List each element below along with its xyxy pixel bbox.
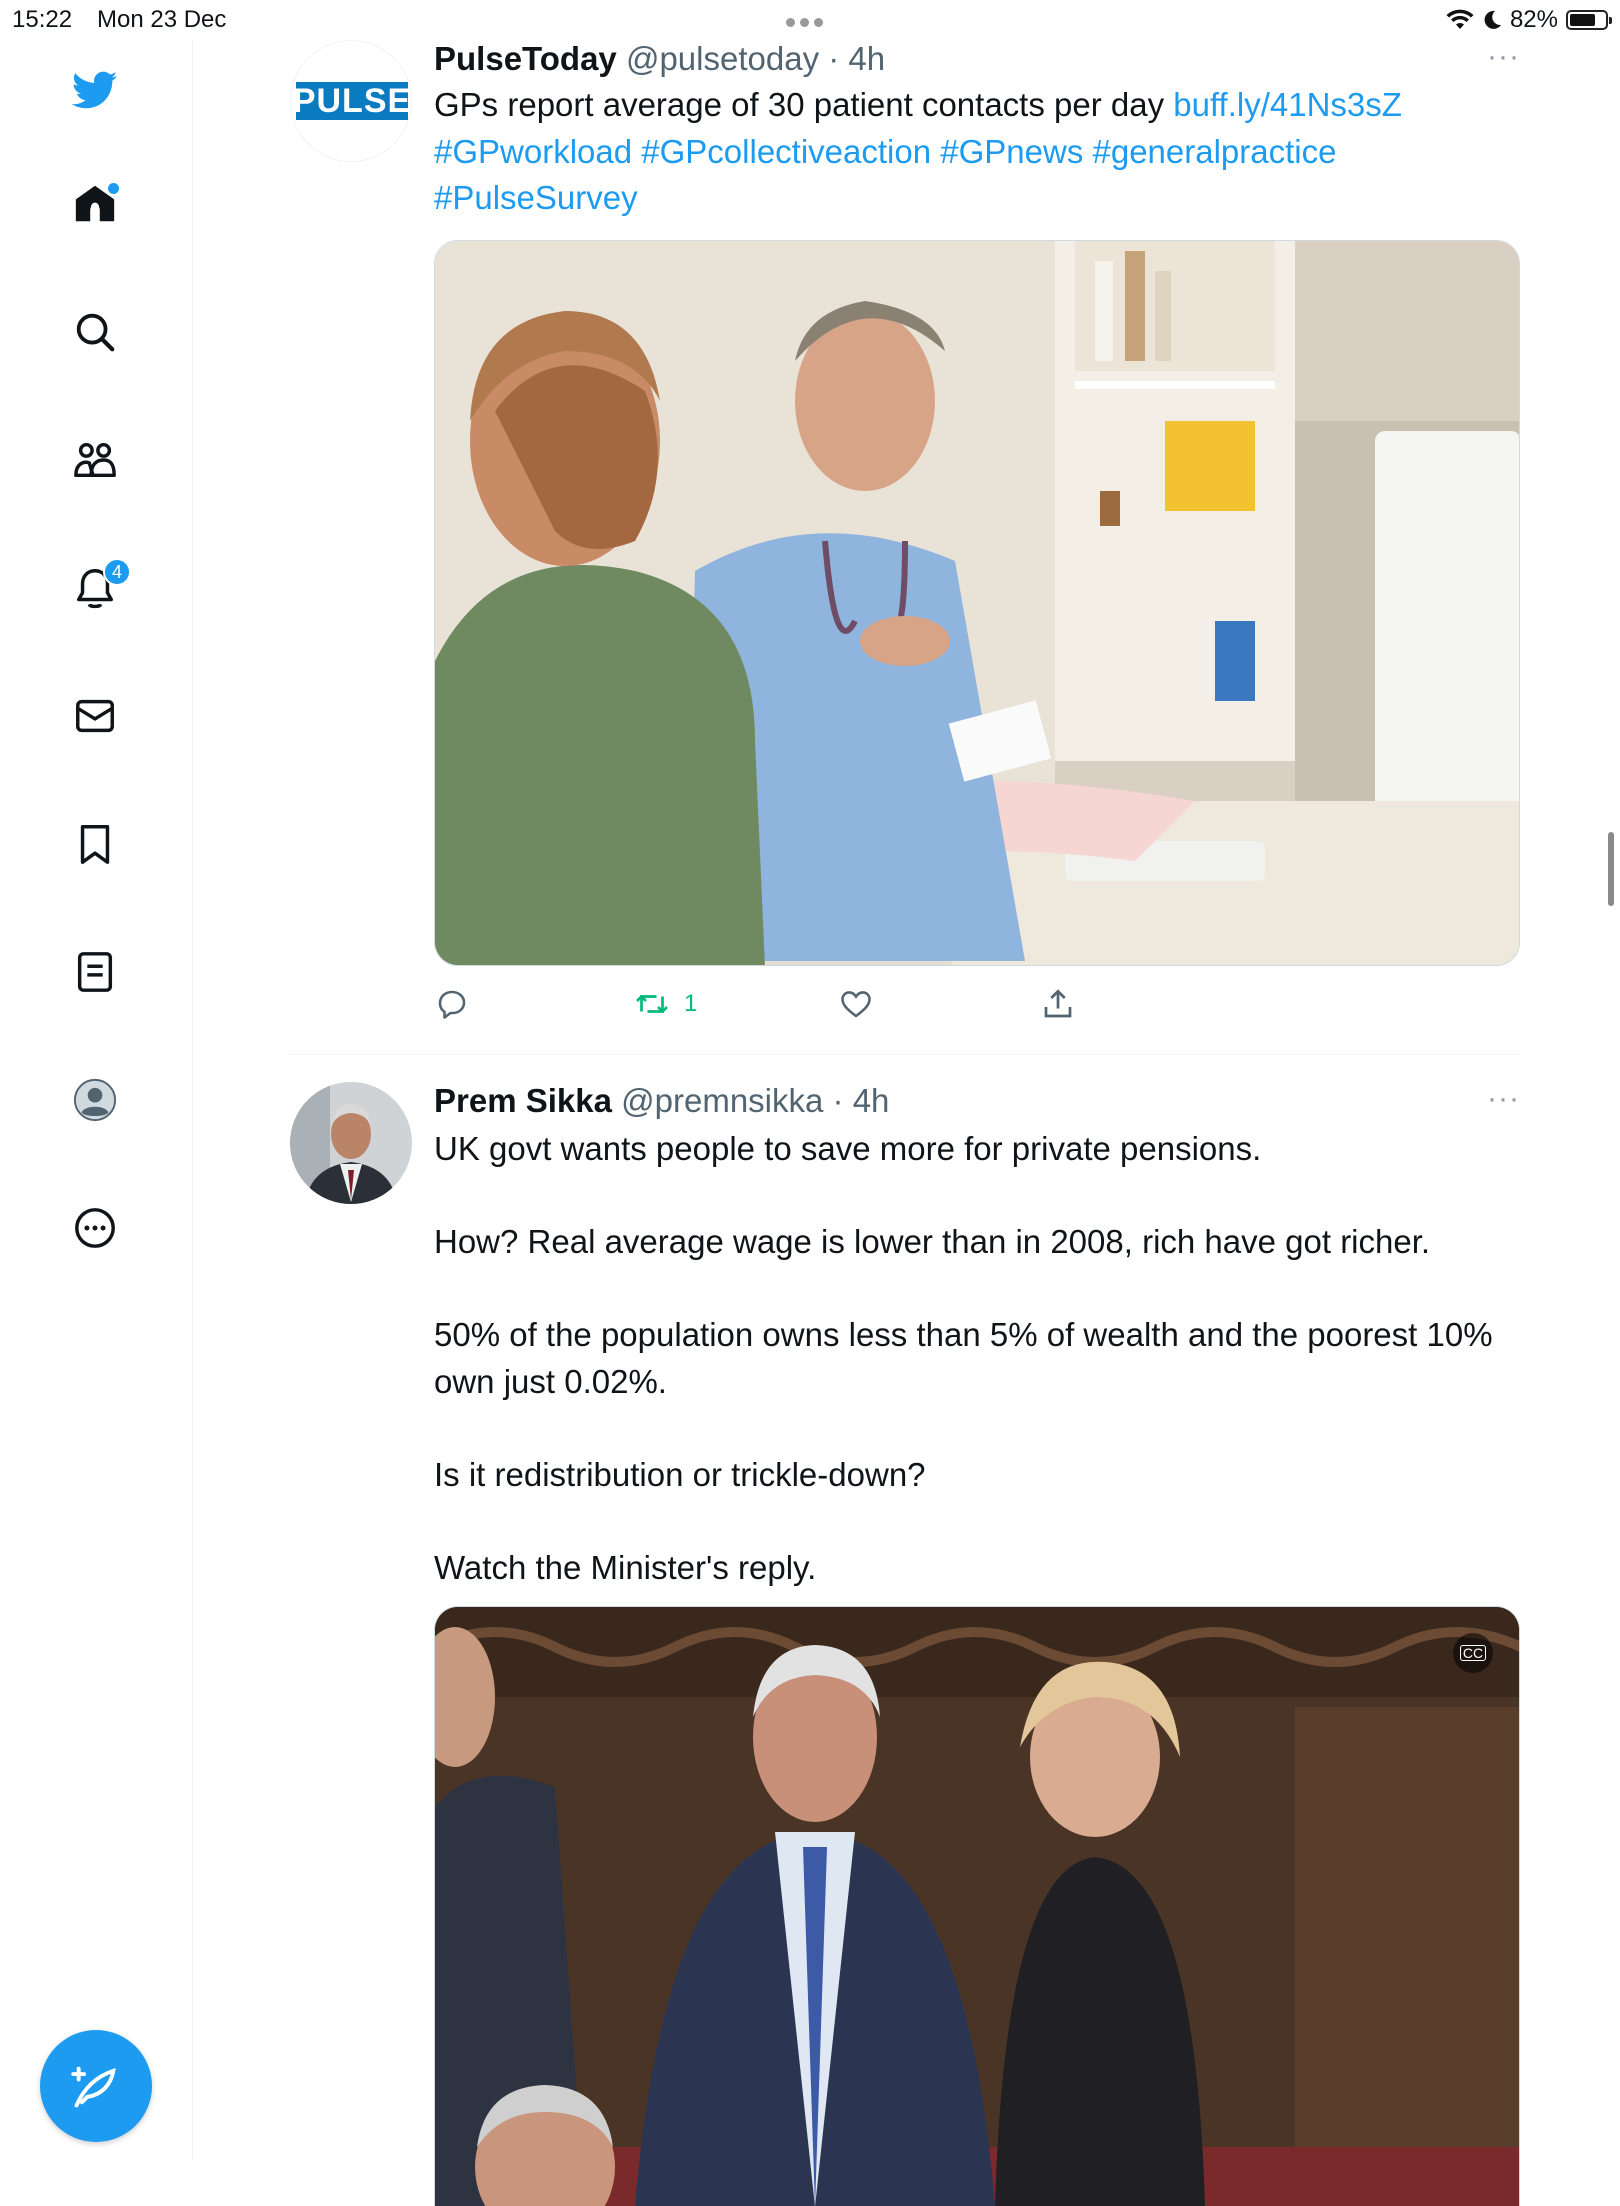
captions-button[interactable]: CC [1453,1633,1493,1673]
battery-icon [1566,10,1612,30]
tweet-text: GPs report average of 30 patient contact… [434,86,1402,217]
compose-button[interactable] [40,2030,152,2142]
pulse-logo: PULSE [292,81,412,120]
lists-icon[interactable] [67,944,123,1000]
tweet-time[interactable]: 4h [853,1082,890,1119]
status-bar: 15:22 Mon 23 Dec 82% [0,0,1620,40]
retweet-icon [636,994,668,1014]
heart-icon [841,991,871,1018]
avatar[interactable]: PULSE [290,40,412,162]
profile-icon[interactable] [67,1072,123,1128]
status-date: Mon 23 Dec [97,6,227,33]
gp-consultation-photo [435,241,1519,965]
tweet[interactable]: PULSE PulseToday @pulsetoday · 4h ··· GP… [290,40,1520,1050]
home-unread-dot [106,181,121,196]
share-icon [1044,989,1072,1018]
wifi-icon [1446,9,1474,29]
twitter-logo-icon[interactable] [67,62,123,118]
prem-sikka-avatar [290,1082,412,1204]
author-name[interactable]: PulseToday [434,40,617,77]
tweet-link[interactable]: buff.ly/41Ns3sZ [1173,86,1402,123]
reply-button[interactable] [434,986,470,1022]
notifications-icon[interactable]: 4 [67,558,131,616]
author-handle[interactable]: @pulsetoday [626,40,819,77]
tweet[interactable]: Prem Sikka @premnsikka · 4h ··· UK govt … [290,1082,1520,2206]
tweet-text: UK govt wants people to save more for pr… [434,1130,1493,1586]
notifications-badge: 4 [103,558,131,586]
house-of-lords-video-frame [435,1607,1519,2206]
tweet-video[interactable]: CC [434,1606,1520,2206]
search-icon[interactable] [67,304,123,360]
bookmarks-icon[interactable] [67,816,123,872]
author-handle[interactable]: @premnsikka [621,1082,823,1119]
author-name[interactable]: Prem Sikka [434,1082,612,1119]
share-button[interactable] [1040,986,1076,1022]
retweet-button[interactable]: 1 [634,986,697,1022]
more-icon[interactable] [67,1200,123,1256]
scroll-indicator[interactable] [1608,832,1614,906]
tweet-header: PulseToday @pulsetoday · 4h [434,40,886,77]
tweet-divider [290,1054,1520,1055]
battery-percentage: 82% [1509,6,1558,33]
status-indicators: 82% [1446,4,1612,36]
tweet-time[interactable]: 4h [848,40,885,77]
status-time: 15:22 [12,6,73,33]
tweet-header: Prem Sikka @premnsikka · 4h [434,1082,890,1119]
multitasking-dots-icon[interactable] [786,14,834,27]
avatar[interactable] [290,1082,412,1204]
compose-feather-icon [71,2066,116,2108]
cc-icon: CC [1459,1645,1487,1661]
sidebar-nav: 4 [0,40,193,2160]
more-options-icon[interactable]: ··· [1487,40,1520,74]
communities-icon[interactable] [67,432,123,488]
tweet-photo[interactable] [434,240,1520,966]
retweet-count: 1 [684,990,698,1017]
like-button[interactable] [838,986,874,1022]
reply-icon [438,990,466,1019]
home-icon[interactable] [67,176,123,232]
tweet-hashtags[interactable]: #GPworkload #GPcollectiveaction #GPnews … [434,133,1336,217]
messages-icon[interactable] [67,688,123,744]
moon-icon [1484,10,1501,29]
more-options-icon[interactable]: ··· [1487,1082,1520,1116]
tweet-actions: 1 [434,986,1134,1026]
